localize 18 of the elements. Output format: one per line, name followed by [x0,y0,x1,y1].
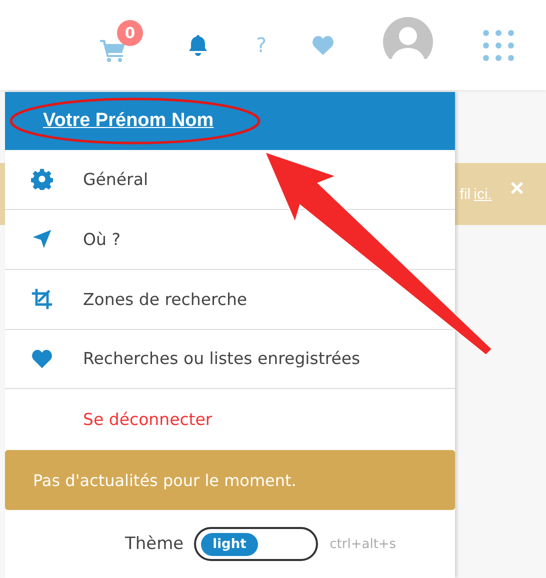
crop-icon [31,288,53,310]
user-name-link[interactable]: Votre Prénom Nom [43,110,214,132]
gear-icon [31,168,53,190]
bell-icon[interactable] [187,34,209,56]
cart-count-badge: 0 [117,20,143,46]
heart-icon[interactable] [310,35,335,55]
menu-item[interactable]: Recherches ou listes enregistrées [5,330,455,390]
heart-icon [31,348,53,370]
toggle-knob: light [200,532,258,556]
apps-grid-icon[interactable] [482,30,514,60]
theme-label: Thème [125,534,184,554]
navigation-arrow-icon [31,228,53,250]
theme-toggle[interactable]: light [194,527,318,562]
news-message: Pas d'actualités pour le moment. [5,450,455,510]
menu-item[interactable]: Se déconnecter [5,389,455,450]
banner-text: fil [460,186,471,202]
cart-icon[interactable] [100,39,126,63]
shortcut-hint: ctrl+alt+s [330,536,396,552]
